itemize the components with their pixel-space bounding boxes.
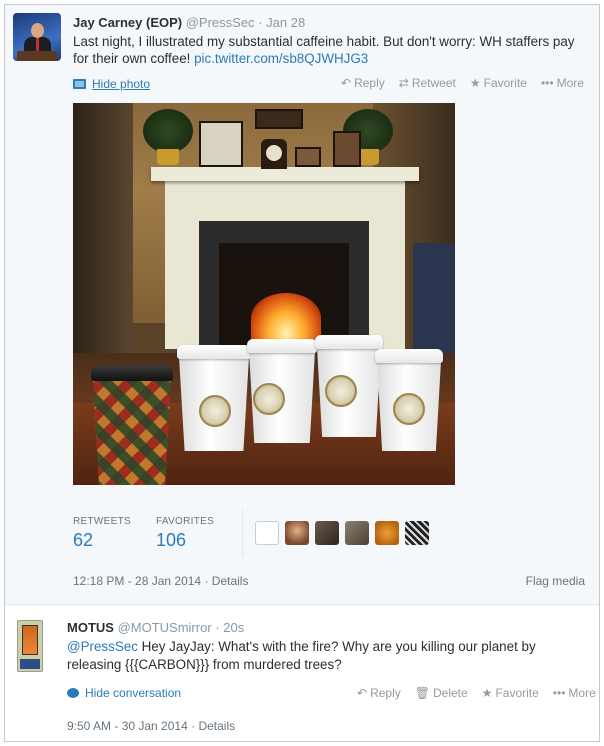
white-coffee-cup [315,335,383,437]
retweet-icon: ⇄ [398,76,409,90]
delete-button[interactable]: 🗑 Delete [415,686,468,700]
details-link[interactable]: Details [212,574,249,588]
favorite-button[interactable]: ★ Favorite [470,76,527,90]
white-coffee-cup [177,345,251,451]
tweet-actions: ↶ Reply ⇄ Retweet ★ Favorite ••• More [341,76,584,90]
mention-link[interactable]: @PressSec [67,639,138,654]
star-icon: ★ [469,76,481,90]
favorites-label: FAVORITES [156,516,215,527]
timeline-frame: Jay Carney (EOP) @PressSec · Jan 28 Last… [4,4,600,742]
tweet-text: Last night, I illustrated my substantial… [73,33,593,67]
hide-photo-link[interactable]: Hide photo [73,77,150,91]
author-name[interactable]: MOTUS [67,620,114,635]
tweet-timestamp-row: 9:50 AM - 30 Jan 2014 · Details [67,719,236,733]
trash-icon: 🗑 [414,686,430,700]
white-coffee-cup [375,349,443,451]
retweets-count: 62 [73,530,94,550]
tweet-time[interactable]: Jan 28 [266,15,305,30]
pic-link[interactable]: pic.twitter.com/sb8QJWHJG3 [194,51,368,66]
favorites-count: 106 [156,530,187,550]
tweet-actions: ↶ Reply 🗑 Delete ★ Favorite ••• More [357,686,596,700]
more-button[interactable]: ••• More [553,686,596,700]
white-coffee-cup [247,339,317,443]
more-button[interactable]: ••• More [541,76,584,90]
avatar[interactable] [285,521,309,545]
reply-button[interactable]: ↶ Reply [341,76,385,90]
author-handle[interactable]: @MOTUSmirror [118,620,212,635]
tweet-header: Jay Carney (EOP) @PressSec · Jan 28 [73,15,306,30]
avatar[interactable] [405,521,429,545]
hide-conversation-label: Hide conversation [85,686,182,700]
ellipsis-icon: ••• [552,686,566,700]
dark-coffee-cup [91,365,173,485]
retweets-stat[interactable]: RETWEETS 62 [73,516,131,551]
divider [242,509,243,557]
author-handle[interactable]: @PressSec [186,15,255,30]
tweet-header: MOTUS @MOTUSmirror · 20s [67,620,245,635]
avatar[interactable] [315,521,339,545]
retweets-label: RETWEETS [73,516,131,527]
photo-icon [73,79,86,89]
hide-conversation-link[interactable]: Hide conversation [67,686,181,700]
flag-media-link[interactable]: Flag media [526,574,585,588]
retweet-button[interactable]: ⇄ Retweet [399,76,456,90]
avatar[interactable] [17,620,43,672]
favorites-stat[interactable]: FAVORITES 106 [156,516,214,551]
favorite-button[interactable]: ★ Favorite [482,686,539,700]
avatar[interactable] [375,521,399,545]
favoriter-avatars [255,521,429,545]
tweet-body: Hey JayJay: What's with the fire? Why ar… [67,639,536,672]
avatar[interactable] [345,521,369,545]
reply-button[interactable]: ↶ Reply [357,686,401,700]
reply-arrow-icon: ↶ [341,76,352,90]
avatar[interactable] [255,521,279,545]
details-link[interactable]: Details [198,719,235,733]
tweet-photo[interactable] [73,103,455,485]
author-name[interactable]: Jay Carney (EOP) [73,15,182,30]
tweet-text: @PressSec Hey JayJay: What's with the fi… [67,638,587,674]
speech-bubble-icon [67,688,79,698]
tweet-timestamp: 12:18 PM - 28 Jan 2014 [73,574,202,588]
reply-arrow-icon: ↶ [357,686,368,700]
fire [251,293,321,343]
star-icon: ★ [481,686,493,700]
avatar[interactable] [13,13,61,61]
tweet-expanded[interactable]: Jay Carney (EOP) @PressSec · Jan 28 Last… [5,5,599,605]
reply-tweet[interactable]: MOTUS @MOTUSmirror · 20s @PressSec Hey J… [5,606,599,741]
tweet-time[interactable]: 20s [223,620,244,635]
ellipsis-icon: ••• [540,76,554,90]
tweet-timestamp-row: 12:18 PM - 28 Jan 2014 · Details [73,574,249,588]
hide-photo-label: Hide photo [92,77,151,91]
tweet-timestamp: 9:50 AM - 30 Jan 2014 [67,719,188,733]
